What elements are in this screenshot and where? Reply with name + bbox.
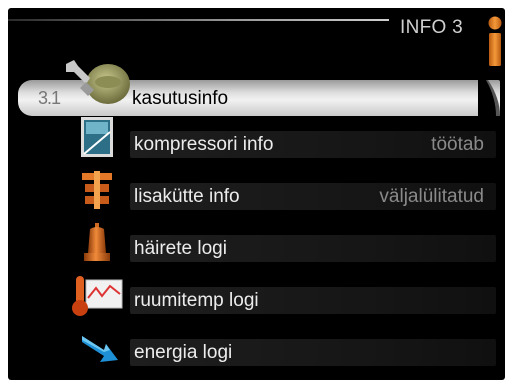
menu-item-lisakutte-info[interactable]: lisakütte info väljalülitatud <box>130 183 496 210</box>
compressor-icon <box>81 117 113 157</box>
heater-icon <box>82 171 112 209</box>
wrench-person-icon <box>66 60 130 104</box>
info-icon[interactable] <box>485 16 505 66</box>
thermometer-graph-icon <box>72 276 123 316</box>
screen: INFO 3 3.1 kasutusinfo kompressori info … <box>8 8 505 380</box>
menu-item-value: väljalülitatud <box>379 186 484 207</box>
menu-item-label: lisakütte info <box>134 186 240 207</box>
menu-item-value: töötab <box>431 134 484 155</box>
menu-item-label: ruumitemp logi <box>134 290 259 311</box>
page-title: INFO 3 <box>400 17 464 38</box>
energy-arrow-icon <box>82 336 118 362</box>
menu-item-hairete-logi[interactable]: häirete logi <box>130 235 496 262</box>
header-line <box>8 19 389 21</box>
menu-item-label: kompressori info <box>134 134 274 155</box>
menu-item-energia-logi[interactable]: energia logi <box>130 339 496 366</box>
menu-item-ruumitemp-logi[interactable]: ruumitemp logi <box>130 287 496 314</box>
menu-item-label: energia logi <box>134 342 233 363</box>
bell-icon <box>84 223 110 261</box>
page-fold-icon <box>478 80 500 116</box>
menu-item-kompressori-info[interactable]: kompressori info töötab <box>130 131 496 158</box>
menu-number: 3.1 <box>38 88 61 108</box>
menu-item-label: kasutusinfo <box>132 88 229 109</box>
menu-item-label: häirete logi <box>134 238 227 259</box>
